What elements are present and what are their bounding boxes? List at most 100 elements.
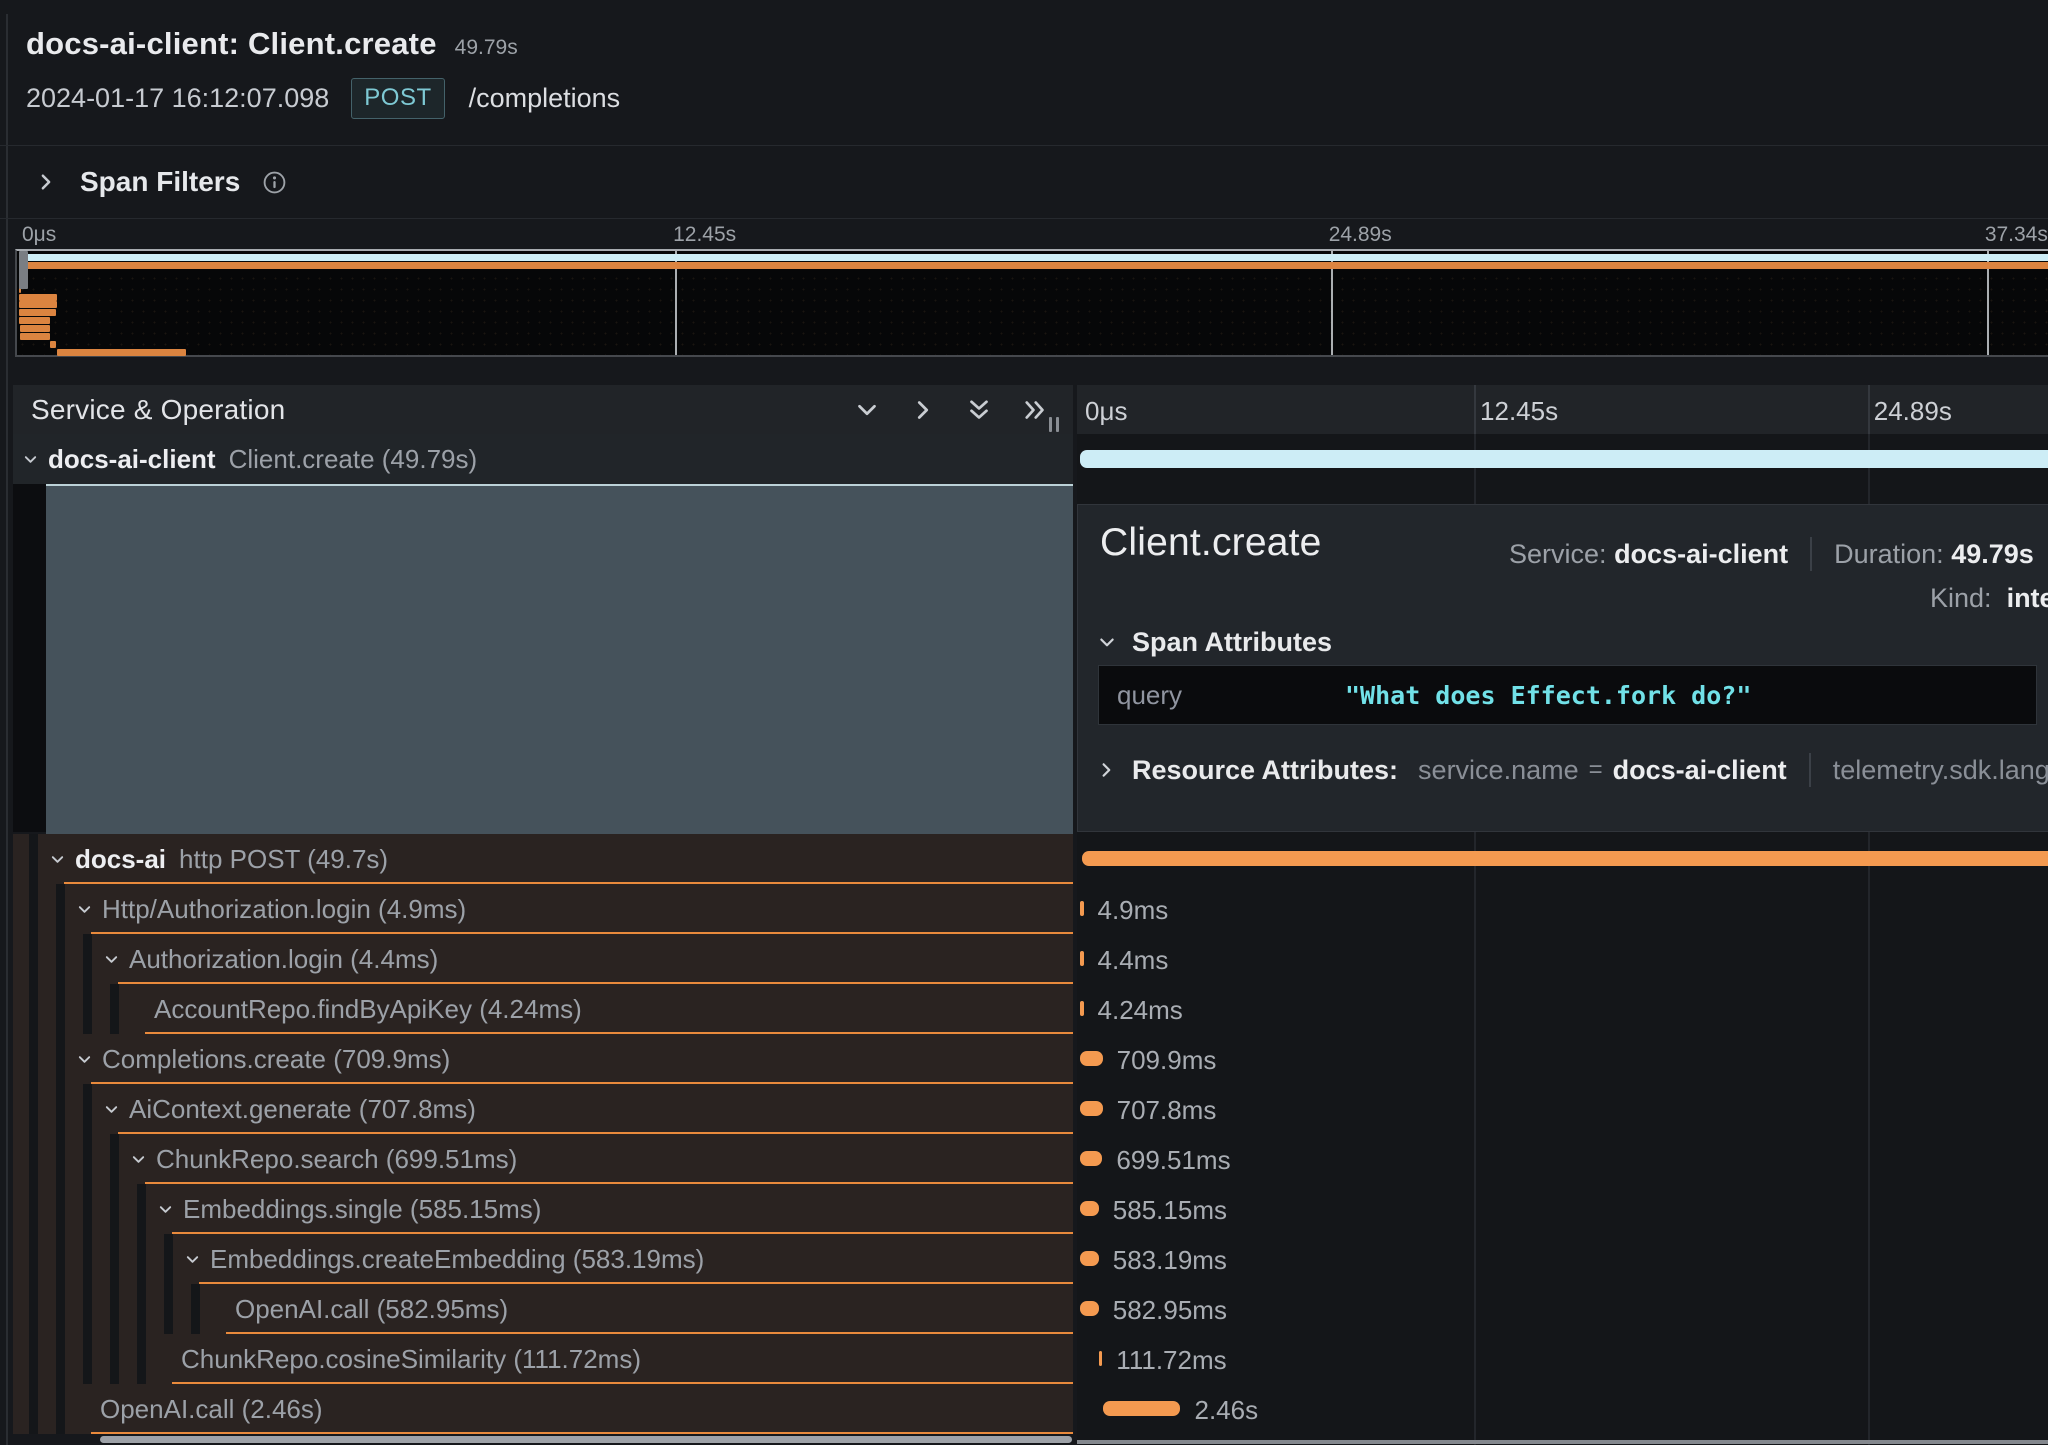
chevron-down-icon[interactable] — [77, 902, 92, 917]
span-duration-bar[interactable] — [1080, 1101, 1102, 1116]
span-operation-name: ChunkRepo.cosineSimilarity (111.72ms) — [181, 1344, 641, 1375]
span-operation-name: Embeddings.single (585.15ms) — [183, 1194, 541, 1225]
span-duration-bar[interactable] — [1080, 1001, 1084, 1016]
span-duration-bar[interactable] — [1099, 1351, 1103, 1366]
span-row[interactable]: ChunkRepo.search (699.51ms) — [13, 1134, 1073, 1184]
span-operation-name: OpenAI.call (582.95ms) — [235, 1294, 508, 1325]
horizontal-scrollbar-thumb[interactable] — [100, 1436, 1072, 1443]
minimap-span-bar — [57, 349, 187, 356]
trace-duration: 49.79s — [455, 36, 518, 60]
collapse-one-icon[interactable] — [855, 398, 879, 422]
equals-sign: = — [1589, 756, 1603, 784]
span-duration-bar[interactable] — [1080, 450, 2048, 468]
minimap-span-bar — [19, 317, 50, 324]
indent-guide — [83, 1334, 92, 1384]
chevron-down-icon[interactable] — [77, 1052, 92, 1067]
indent-guide — [29, 1034, 38, 1084]
trace-minimap[interactable] — [15, 249, 2048, 357]
indent-guide — [56, 1234, 65, 1284]
span-duration-bar[interactable] — [1082, 851, 2048, 866]
indent-guide — [29, 1184, 38, 1234]
span-row[interactable]: Authorization.login (4.4ms) — [13, 934, 1073, 984]
chevron-down-icon[interactable] — [104, 1102, 119, 1117]
indent-guide — [29, 884, 38, 934]
span-row[interactable]: Completions.create (709.9ms) — [13, 1034, 1073, 1084]
expand-one-icon[interactable] — [911, 398, 935, 422]
timeline-tick-label: 0μs — [1085, 396, 1127, 427]
info-icon[interactable] — [262, 170, 287, 195]
span-row[interactable]: AiContext.generate (707.8ms) — [13, 1084, 1073, 1134]
chevron-down-icon[interactable] — [104, 952, 119, 967]
span-duration-bar[interactable] — [1080, 1151, 1102, 1166]
span-row[interactable]: AccountRepo.findByApiKey (4.24ms) — [13, 984, 1073, 1034]
span-row-content: docs-aihttp POST (49.7s) — [50, 834, 388, 884]
chevron-down-icon[interactable] — [131, 1152, 146, 1167]
span-service-name: docs-ai — [75, 844, 166, 875]
span-row[interactable]: Http/Authorization.login (4.9ms) — [13, 884, 1073, 934]
indent-guide — [29, 1234, 38, 1284]
service-value: docs-ai-client — [1614, 539, 1788, 570]
divider — [0, 218, 2048, 219]
chevron-down-icon[interactable] — [185, 1252, 200, 1267]
chevron-down-icon[interactable] — [50, 852, 65, 867]
kind-label: Kind: — [1930, 583, 1992, 613]
indent-guide — [164, 1284, 173, 1334]
span-duration-bar[interactable] — [1080, 1301, 1098, 1316]
indent-guide — [137, 1334, 146, 1384]
span-row[interactable]: OpenAI.call (2.46s) — [13, 1384, 1073, 1434]
span-row[interactable]: docs-aihttp POST (49.7s) — [13, 834, 1073, 884]
span-operation-name: Authorization.login (4.4ms) — [129, 944, 438, 975]
span-row-content: docs-ai-clientClient.create (49.79s) — [23, 434, 477, 484]
span-duration-bar[interactable] — [1080, 1201, 1099, 1216]
expand-all-icon[interactable] — [1023, 398, 1047, 422]
span-duration-bar[interactable] — [1080, 951, 1084, 966]
span-row-content: OpenAI.call (2.46s) — [100, 1384, 323, 1434]
indent-guide — [29, 1284, 38, 1334]
span-duration-bar[interactable] — [1080, 901, 1084, 916]
indent-guide — [137, 1234, 146, 1284]
span-operation-name: OpenAI.call (2.46s) — [100, 1394, 323, 1425]
indent-guide — [29, 834, 38, 884]
collapse-all-icon[interactable] — [967, 398, 991, 422]
indent-guide — [110, 984, 119, 1034]
span-row[interactable]: docs-ai-clientClient.create (49.79s) — [13, 434, 1073, 484]
timeline-bottom-scrollbar[interactable] — [1077, 1440, 2048, 1444]
span-operation-name: Client.create (49.79s) — [229, 444, 478, 475]
span-row[interactable]: Embeddings.single (585.15ms) — [13, 1184, 1073, 1234]
resource-extra: telemetry.sdk.langu — [1833, 755, 2048, 786]
indent-guide — [56, 1334, 65, 1384]
resource-key: service.name — [1418, 755, 1579, 786]
chevron-down-icon[interactable] — [23, 452, 38, 467]
timeline-header: 0μs12.45s24.89s — [1077, 385, 2048, 435]
chevron-right-icon[interactable] — [36, 172, 56, 192]
span-duration-label: 583.19ms — [1113, 1245, 1227, 1276]
selected-span-expansion — [46, 484, 1073, 834]
timeline-gridline — [1868, 385, 1870, 434]
span-duration-label: 4.4ms — [1098, 945, 1169, 976]
span-row-content: Completions.create (709.9ms) — [77, 1034, 450, 1084]
minimap-drag-handle[interactable] — [19, 251, 28, 289]
span-row[interactable]: ChunkRepo.cosineSimilarity (111.72ms) — [13, 1334, 1073, 1384]
span-row[interactable]: OpenAI.call (582.95ms) — [13, 1284, 1073, 1334]
indent-guide — [56, 1184, 65, 1234]
span-row-content: AiContext.generate (707.8ms) — [104, 1084, 476, 1134]
span-duration-bar[interactable] — [1080, 1251, 1098, 1266]
span-duration-bar[interactable] — [1103, 1401, 1181, 1416]
column-resize-handle[interactable] — [1049, 417, 1059, 432]
indent-guide — [29, 1134, 38, 1184]
minimap-span-bar — [20, 333, 51, 340]
span-attributes-toggle[interactable]: Span Attributes — [1098, 627, 1332, 658]
minimap-span-bar — [19, 294, 56, 301]
http-method-badge: POST — [351, 78, 444, 119]
minimap-span-bar — [19, 301, 56, 308]
timeline-gridline — [1474, 385, 1476, 434]
minimap-span-bar — [19, 309, 56, 316]
span-row[interactable]: Embeddings.createEmbedding (583.19ms) — [13, 1234, 1073, 1284]
chevron-down-icon — [1098, 634, 1116, 652]
chevron-down-icon[interactable] — [158, 1202, 173, 1217]
resource-attributes-toggle[interactable]: Resource Attributes: service.name = docs… — [1098, 753, 2048, 787]
span-filters-toggle[interactable]: Span Filters — [0, 146, 2048, 218]
span-duration-bar[interactable] — [1080, 1051, 1102, 1066]
indent-guide — [83, 934, 92, 984]
indent-guide — [110, 1184, 119, 1234]
